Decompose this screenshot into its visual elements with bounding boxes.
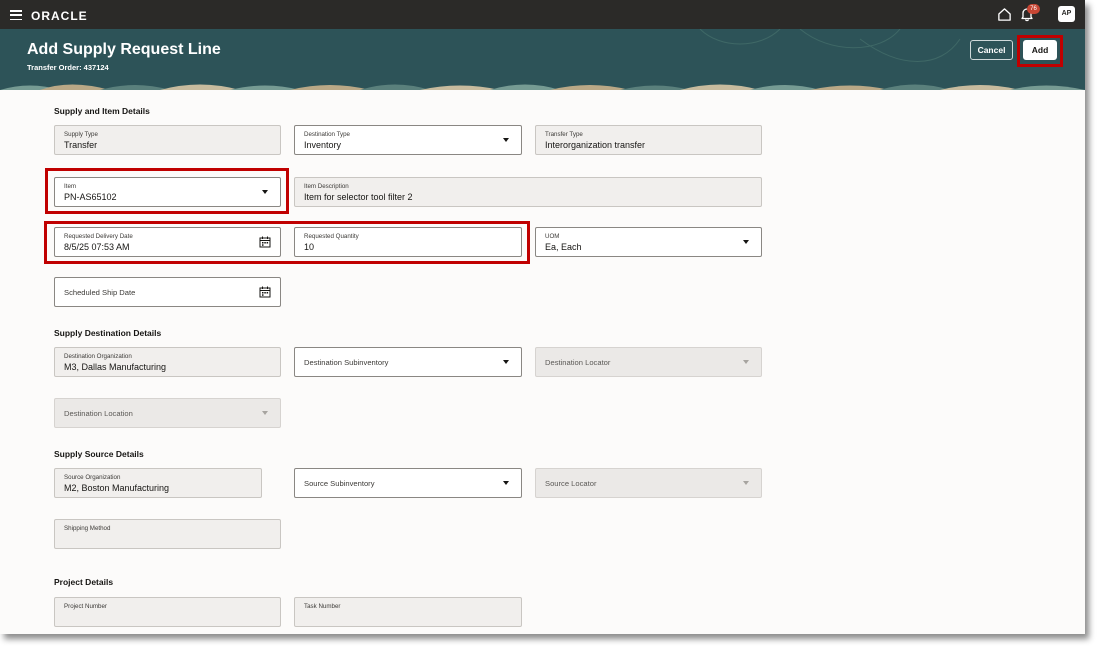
- item-description-value: Item for selector tool filter 2: [304, 192, 413, 202]
- source-subinventory-label: Source Subinventory: [304, 479, 375, 488]
- chevron-down-icon[interactable]: [503, 360, 509, 364]
- section-supply-item-title: Supply and Item Details: [54, 106, 150, 116]
- supply-type-field: Supply Type Transfer: [54, 125, 281, 155]
- shipping-method-label: Shipping Method: [64, 525, 111, 532]
- destination-type-value: Inventory: [304, 140, 342, 150]
- destination-type-select[interactable]: Destination Type Inventory: [294, 125, 522, 155]
- supply-type-label: Supply Type: [64, 131, 98, 138]
- item-description-label: Item Description: [304, 183, 349, 190]
- source-organization-field: Source Organization M2, Boston Manufactu…: [54, 468, 262, 498]
- top-bar: ORACLE 76 AP: [0, 0, 1085, 29]
- transfer-type-value: Interorganization transfer: [545, 140, 646, 150]
- project-number-field[interactable]: Project Number: [54, 597, 281, 627]
- section-project-title: Project Details: [54, 577, 114, 587]
- notification-badge: 76: [1027, 4, 1040, 14]
- chevron-down-icon: [743, 360, 749, 364]
- home-icon[interactable]: [997, 7, 1012, 22]
- section-source-title: Supply Source Details: [54, 449, 144, 459]
- page-header: Add Supply Request Line Transfer Order: …: [0, 29, 1085, 90]
- source-locator-select: Source Locator: [535, 468, 762, 498]
- scheduled-ship-date-label: Scheduled Ship Date: [64, 288, 136, 297]
- source-organization-label: Source Organization: [64, 474, 121, 481]
- header-pattern: [0, 29, 1085, 90]
- menu-icon[interactable]: [10, 10, 22, 21]
- delivery-quantity-highlight: [44, 221, 530, 264]
- destination-organization-value: M3, Dallas Manufacturing: [64, 362, 167, 372]
- chevron-down-icon[interactable]: [503, 481, 509, 485]
- chevron-down-icon[interactable]: [743, 240, 749, 244]
- destination-subinventory-label: Destination Subinventory: [304, 358, 389, 367]
- destination-organization-field: Destination Organization M3, Dallas Manu…: [54, 347, 281, 377]
- supply-type-value: Transfer: [64, 140, 98, 150]
- chevron-down-icon: [743, 481, 749, 485]
- transfer-order-subtitle: Transfer Order: 437124: [27, 63, 109, 72]
- destination-type-label: Destination Type: [304, 131, 350, 138]
- destination-locator-label: Destination Locator: [545, 358, 611, 367]
- transfer-type-field: Transfer Type Interorganization transfer: [535, 125, 762, 155]
- uom-label: UOM: [545, 233, 560, 240]
- destination-locator-select: Destination Locator: [535, 347, 762, 377]
- cancel-button[interactable]: Cancel: [970, 40, 1013, 60]
- page-title: Add Supply Request Line: [27, 41, 221, 58]
- item-highlight: [45, 168, 289, 214]
- uom-select[interactable]: UOM Ea, Each: [535, 227, 762, 257]
- task-number-label: Task Number: [304, 603, 341, 610]
- source-organization-value: M2, Boston Manufacturing: [64, 483, 170, 493]
- calendar-icon[interactable]: [259, 286, 271, 298]
- add-button-highlight: [1017, 35, 1063, 67]
- item-description-field: Item Description Item for selector tool …: [294, 177, 762, 207]
- task-number-field[interactable]: Task Number: [294, 597, 522, 627]
- source-subinventory-select[interactable]: Source Subinventory: [294, 468, 522, 498]
- transfer-type-label: Transfer Type: [545, 131, 583, 138]
- chevron-down-icon[interactable]: [503, 138, 509, 142]
- app-window: ORACLE 76 AP Add Supply Request Line Tra…: [0, 0, 1085, 634]
- source-locator-label: Source Locator: [545, 479, 597, 488]
- user-avatar[interactable]: AP: [1058, 6, 1075, 22]
- uom-value: Ea, Each: [545, 242, 582, 252]
- destination-location-select: Destination Location: [54, 398, 281, 428]
- scheduled-ship-date-input[interactable]: Scheduled Ship Date: [54, 277, 281, 307]
- project-number-label: Project Number: [64, 603, 107, 610]
- brand-logo: ORACLE: [31, 9, 88, 23]
- destination-location-label: Destination Location: [64, 409, 133, 418]
- chevron-down-icon: [262, 411, 268, 415]
- destination-subinventory-select[interactable]: Destination Subinventory: [294, 347, 522, 377]
- destination-organization-label: Destination Organization: [64, 353, 132, 360]
- section-destination-title: Supply Destination Details: [54, 328, 162, 338]
- shipping-method-field[interactable]: Shipping Method: [54, 519, 281, 549]
